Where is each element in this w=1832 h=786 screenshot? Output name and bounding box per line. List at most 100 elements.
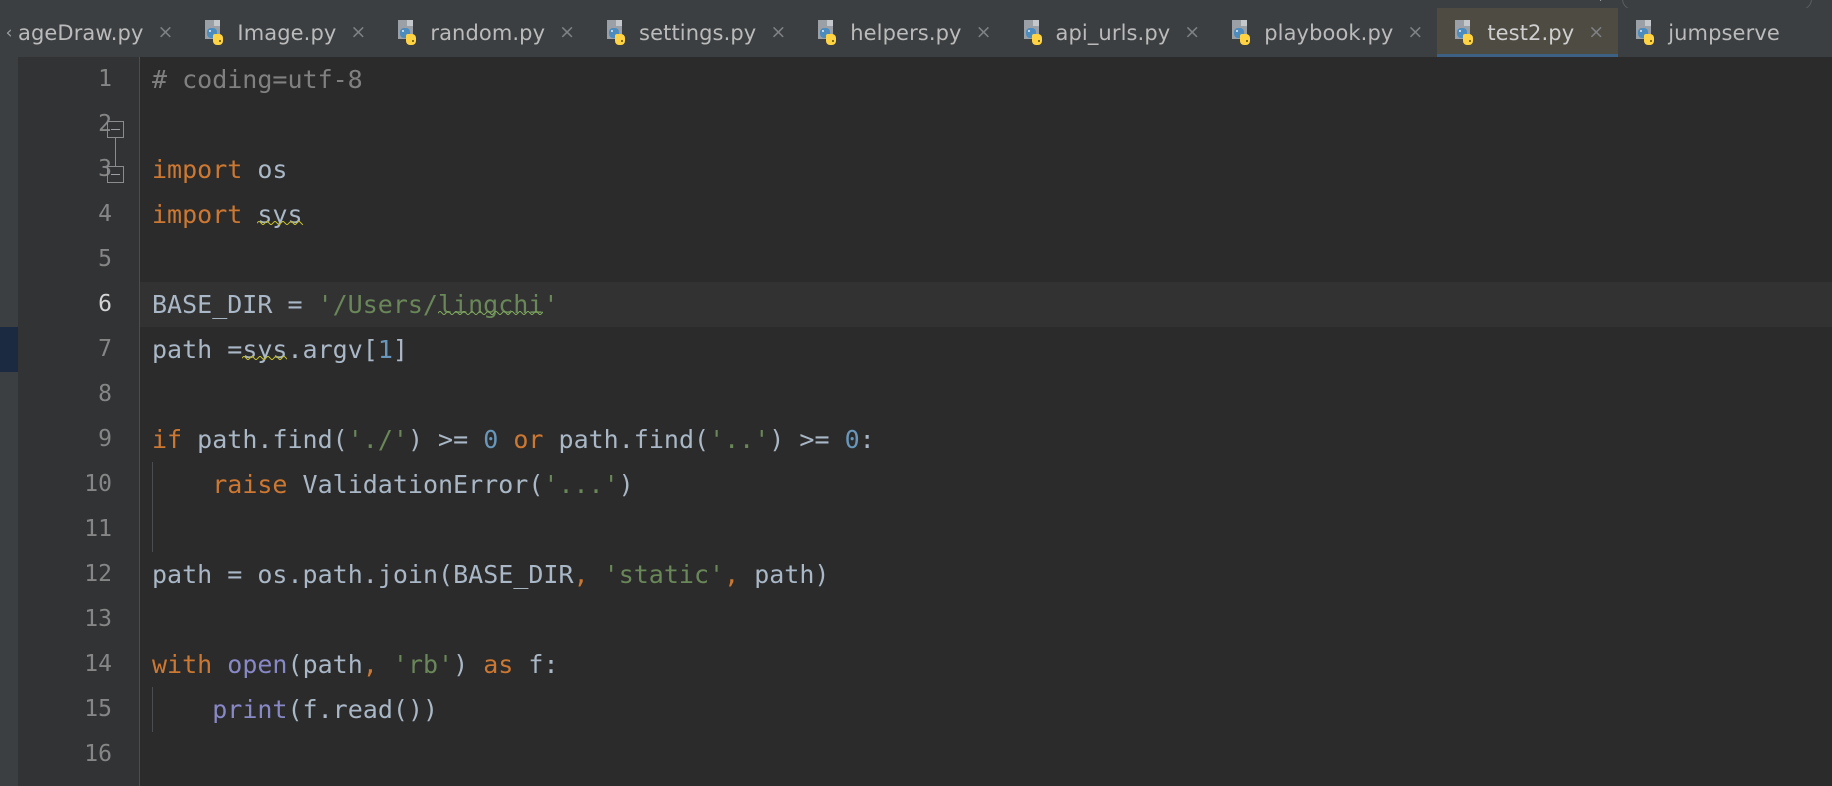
code-keyword: as xyxy=(483,650,514,679)
code-identifier: read xyxy=(332,695,393,724)
editor-tab-image-py[interactable]: Image.py × xyxy=(187,8,381,57)
code-identifier: os xyxy=(257,560,288,589)
editor-tab-label: settings.py xyxy=(639,20,757,45)
editor-tab-imagedraw-py[interactable]: ageDraw.py × xyxy=(18,8,188,57)
code-identifier: path xyxy=(302,650,363,679)
code-string: '..' xyxy=(709,425,770,454)
line-number: 12 xyxy=(84,561,112,587)
code-comment: # coding=utf-8 xyxy=(152,65,363,94)
indent-guide xyxy=(152,462,153,552)
code-content[interactable]: # coding=utf-8 import os import sys BASE_… xyxy=(140,57,1832,786)
line-number: 15 xyxy=(84,696,112,722)
close-icon[interactable]: × xyxy=(559,23,575,42)
code-line[interactable]: path = os.path.join(BASE_DIR, 'static', … xyxy=(140,552,1832,597)
editor-tab-test2-py[interactable]: test2.py × xyxy=(1437,8,1619,57)
code-identifier: join xyxy=(377,560,439,589)
code-line[interactable]: path =sys.argv[1] xyxy=(140,327,1832,372)
code-line[interactable] xyxy=(140,732,1832,777)
close-icon[interactable]: × xyxy=(1407,23,1423,42)
close-icon[interactable]: × xyxy=(350,23,366,42)
code-identifier: sys xyxy=(257,200,302,229)
code-identifier: path xyxy=(754,560,815,589)
editor-tab-label: Image.py xyxy=(237,20,337,45)
code-number: 0 xyxy=(844,425,860,454)
code-line[interactable]: with open(path, 'rb') as f: xyxy=(140,642,1832,687)
code-keyword: import xyxy=(152,155,243,184)
line-number: 13 xyxy=(84,606,112,632)
add-tab-icon[interactable]: + xyxy=(1595,0,1606,4)
code-line[interactable] xyxy=(140,102,1832,147)
code-line[interactable] xyxy=(140,597,1832,642)
code-line[interactable]: raise ValidationError('...') xyxy=(140,462,1832,507)
python-file-icon xyxy=(203,19,227,46)
close-icon[interactable]: × xyxy=(157,23,173,42)
code-number: 1 xyxy=(377,335,393,364)
code-punctuation: , xyxy=(573,560,589,589)
code-identifier: path xyxy=(152,560,213,589)
code-line[interactable]: print(f.read()) xyxy=(140,687,1832,732)
code-editor[interactable]: 1 2 3 4 5 6 7 8 9 10 11 12 13 14 15 16 # coding=utf-8 i… xyxy=(0,57,1832,786)
weak-warning-squiggle: sys xyxy=(257,200,303,229)
editor-tab-random-py[interactable]: random.py × xyxy=(380,8,590,57)
line-numbers: 1 2 3 4 5 6 7 8 9 10 11 12 13 14 15 16 xyxy=(18,57,118,777)
code-identifier: find xyxy=(633,425,695,454)
code-line[interactable]: import sys xyxy=(140,192,1832,237)
code-identifier: BASE_DIR xyxy=(152,290,273,319)
line-number: 8 xyxy=(98,381,112,407)
python-file-icon xyxy=(1453,19,1477,46)
code-identifier: f xyxy=(528,650,544,679)
code-line[interactable]: if path.find('./') >= 0 or path.find('..… xyxy=(140,417,1832,462)
python-file-icon xyxy=(605,19,629,46)
code-string: '/Users/lingchi' xyxy=(317,290,559,319)
code-keyword: with xyxy=(152,650,213,679)
line-number: 14 xyxy=(84,651,112,677)
vcs-modified-marker[interactable] xyxy=(0,327,18,372)
editor-tab-api-urls-py[interactable]: api_urls.py × xyxy=(1005,8,1215,57)
code-line[interactable] xyxy=(140,507,1832,552)
close-icon[interactable]: × xyxy=(1588,23,1604,42)
editor-tab-label: api_urls.py xyxy=(1055,20,1171,45)
typo-squiggle: lingchi xyxy=(438,290,544,319)
code-identifier: path xyxy=(152,335,213,364)
close-icon[interactable]: × xyxy=(770,23,786,42)
code-line[interactable] xyxy=(140,237,1832,282)
python-file-icon xyxy=(396,19,420,46)
chevron-left-icon[interactable]: ‹ xyxy=(0,8,18,57)
code-line[interactable] xyxy=(140,372,1832,417)
weak-warning-squiggle: sys xyxy=(242,335,288,364)
editor-tab-jumpserver[interactable]: jumpserve xyxy=(1618,8,1794,57)
editor-tab-helpers-py[interactable]: helpers.py × xyxy=(800,8,1006,57)
code-string: 'static' xyxy=(603,560,725,589)
code-identifier: f xyxy=(302,695,318,724)
close-icon[interactable]: × xyxy=(976,23,992,42)
editor-tab-label: random.py xyxy=(430,20,546,45)
code-line[interactable]: # coding=utf-8 xyxy=(140,57,1832,102)
editor-tab-playbook-py[interactable]: playbook.py × xyxy=(1214,8,1438,57)
line-number: 2 xyxy=(98,111,112,137)
toolbar-strip: + xyxy=(0,0,1832,10)
fold-marker-line-3[interactable] xyxy=(107,121,124,138)
editor-tab-settings-py[interactable]: settings.py × xyxy=(589,8,801,57)
code-line[interactable]: BASE_DIR = '/Users/lingchi' xyxy=(140,282,1832,327)
code-punctuation: , xyxy=(724,560,740,589)
vcs-marker-strip[interactable] xyxy=(0,57,18,786)
editor-tab-label: test2.py xyxy=(1487,20,1575,45)
code-builtin: print xyxy=(212,695,288,724)
code-identifier: ValidationError xyxy=(302,470,529,499)
code-line[interactable]: import os xyxy=(140,147,1832,192)
code-identifier: sys xyxy=(242,335,287,364)
line-number: 5 xyxy=(98,246,112,272)
editor-tab-label: ageDraw.py xyxy=(18,20,144,45)
code-identifier: argv xyxy=(302,335,363,364)
code-punctuation: , xyxy=(362,650,378,679)
code-keyword: if xyxy=(152,425,183,454)
close-icon[interactable]: × xyxy=(1184,23,1200,42)
editor-tab-label: jumpserve xyxy=(1668,20,1780,45)
line-number: 10 xyxy=(84,471,112,497)
fold-marker-line-4[interactable] xyxy=(107,166,124,183)
editor-tab-label: helpers.py xyxy=(850,20,962,45)
editor-tab-bar: ‹ ageDraw.py × Image.py × random.py × settings… xyxy=(0,8,1832,57)
line-number: 1 xyxy=(98,66,112,92)
fold-connector xyxy=(115,138,116,166)
code-identifier: BASE_DIR xyxy=(453,560,574,589)
